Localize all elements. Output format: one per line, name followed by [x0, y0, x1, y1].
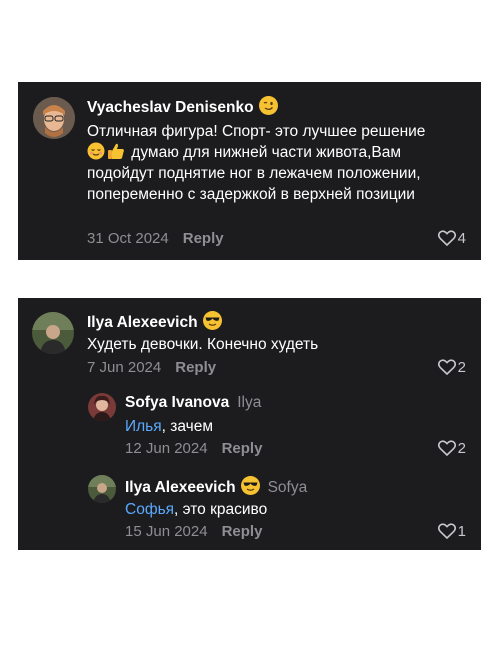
avatar[interactable] [88, 475, 116, 503]
relieved-face-emoji-icon [87, 142, 105, 160]
comment-card: Ilya Alexeevich Худеть девочки. Конечно … [18, 298, 481, 550]
reply-button[interactable]: Reply [175, 359, 216, 376]
heart-icon[interactable] [437, 230, 456, 247]
like-button[interactable]: 1 [437, 523, 466, 540]
avatar[interactable] [88, 393, 116, 421]
reply-to-name[interactable]: Ilya [237, 394, 261, 411]
author-name[interactable]: Sofya Ivanova [125, 394, 229, 411]
author-name[interactable]: Ilya Alexeevich [125, 479, 236, 496]
comment-meta: 12 Jun 2024 Reply [125, 440, 262, 457]
reply-button[interactable]: Reply [222, 523, 263, 540]
comment-meta: 15 Jun 2024 Reply [125, 523, 262, 540]
comment-text: Софья, это красиво [125, 499, 465, 520]
like-count: 1 [457, 523, 466, 540]
avatar[interactable] [33, 97, 75, 139]
comment-author[interactable]: Vyacheslav Denisenko [87, 96, 278, 117]
reply-button[interactable]: Reply [222, 440, 263, 457]
comment-text-line: Отличная фигура! Спорт- это лучшее решен… [87, 123, 426, 140]
like-count: 2 [457, 440, 466, 457]
heart-icon[interactable] [437, 440, 456, 457]
comment-author[interactable]: Ilya Alexeevich Sofya [125, 476, 307, 497]
heart-icon[interactable] [437, 523, 456, 540]
user-mention[interactable]: Илья [125, 418, 162, 435]
like-count: 2 [457, 359, 466, 376]
user-mention[interactable]: Софья [125, 501, 174, 518]
heart-icon[interactable] [437, 359, 456, 376]
author-name[interactable]: Vyacheslav Denisenko [87, 99, 254, 116]
like-button[interactable]: 2 [437, 359, 466, 376]
author-name[interactable]: Ilya Alexeevich [87, 314, 198, 331]
comment-meta: 31 Oct 2024 Reply [87, 230, 224, 247]
comment-text-rest: думаю для нижней части живота,Вам подойд… [87, 144, 421, 203]
comment-item: Ilya Alexeevich Худеть девочки. Конечно … [18, 298, 481, 388]
comment-text: Илья, зачем [125, 416, 465, 437]
comment-date: 31 Oct 2024 [87, 230, 169, 247]
comment-date: 15 Jun 2024 [125, 523, 208, 540]
like-count: 4 [457, 230, 466, 247]
comment-meta: 7 Jun 2024 Reply [87, 359, 216, 376]
avatar[interactable] [32, 312, 74, 354]
like-button[interactable]: 4 [437, 230, 466, 247]
comment-author[interactable]: Ilya Alexeevich [87, 311, 222, 332]
sunglasses-face-emoji-icon [202, 311, 222, 330]
comment-text: Отличная фигура! Спорт- это лучшее решен… [87, 121, 467, 205]
comment-text-continued: думаю для нижней части живота,Вам подойд… [87, 142, 467, 205]
comment-text-body: , зачем [161, 418, 214, 435]
reply-to-name[interactable]: Sofya [268, 479, 308, 496]
comment-date: 7 Jun 2024 [87, 359, 162, 376]
comment-author[interactable]: Sofya Ivanova Ilya [125, 394, 261, 412]
comment-text-body: , это красиво [174, 501, 268, 518]
sunglasses-face-emoji-icon [240, 476, 260, 495]
comment-date: 12 Jun 2024 [125, 440, 208, 457]
comment-card: Vyacheslav Denisenko Отличная фигура! Сп… [18, 82, 481, 260]
reply-item: Ilya Alexeevich Sofya Софья, это красиво… [18, 470, 481, 550]
reply-item: Sofya Ivanova Ilya Илья, зачем 12 Jun 202… [18, 388, 481, 470]
thumbs-up-emoji-icon [107, 142, 125, 160]
reply-button[interactable]: Reply [183, 230, 224, 247]
winking-face-emoji-icon [258, 96, 278, 115]
comment-item: Vyacheslav Denisenko Отличная фигура! Сп… [18, 82, 481, 260]
comment-text: Худеть девочки. Конечно худеть [87, 336, 319, 353]
like-button[interactable]: 2 [437, 440, 466, 457]
